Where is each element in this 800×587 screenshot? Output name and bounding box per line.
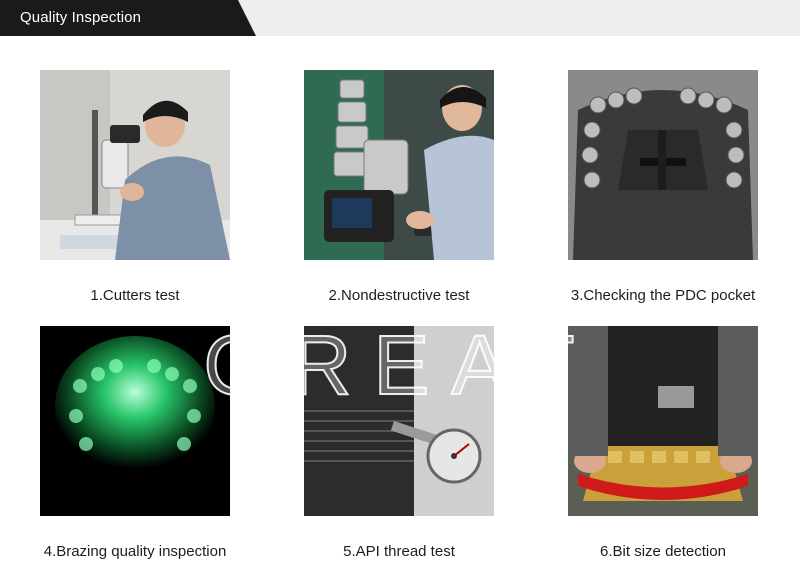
caption-bit-size-detection: 6.Bit size detection bbox=[600, 543, 726, 560]
photo-api-thread-test bbox=[304, 326, 494, 516]
caption-api-thread-test: 5.API thread test bbox=[343, 543, 455, 560]
caption-nondestructive-test: 2.Nondestructive test bbox=[328, 287, 470, 304]
caption-pdc-pocket: 3.Checking the PDC pocket bbox=[570, 287, 756, 304]
caption-cutters-test: 1.Cutters test bbox=[90, 287, 180, 304]
photo-cutters-test bbox=[40, 70, 230, 260]
header-tab: Quality Inspection bbox=[0, 0, 256, 36]
photo-bit-size-detection bbox=[568, 326, 758, 516]
photo-brazing-inspection bbox=[40, 326, 230, 516]
section-header: Quality Inspection bbox=[0, 0, 800, 36]
caption-brazing-inspection: 4.Brazing quality inspection bbox=[43, 543, 227, 560]
section-title: Quality Inspection bbox=[20, 9, 142, 26]
photo-nondestructive-test bbox=[304, 70, 494, 260]
photo-pdc-pocket bbox=[568, 70, 758, 260]
